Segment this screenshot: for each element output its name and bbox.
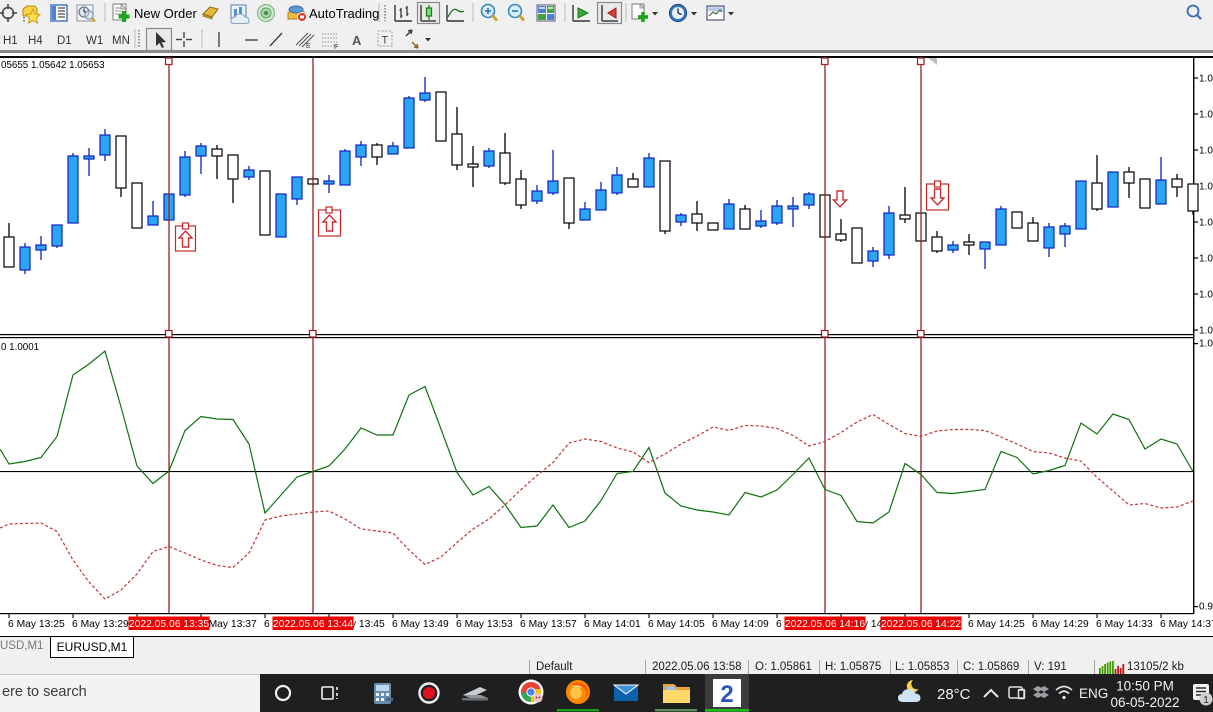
svg-text:D1: D1 [57,35,72,47]
svg-text:6 May 14:37: 6 May 14:37 [1160,619,1213,630]
svg-text:1.05: 1.05 [1199,146,1213,157]
svg-text:6 May 14:29: 6 May 14:29 [1032,619,1089,630]
svg-text:6 May 13:29: 6 May 13:29 [72,619,129,630]
svg-text:1.05: 1.05 [1199,254,1213,265]
svg-text:H4: H4 [28,35,43,47]
svg-text:AutoTrading: AutoTrading [309,6,379,21]
svg-text:W1: W1 [86,35,103,47]
svg-text:06-05-2022: 06-05-2022 [1110,695,1179,710]
svg-text:6 May 13:53: 6 May 13:53 [456,619,513,630]
svg-text:6 May 14:01: 6 May 14:01 [584,619,641,630]
svg-text:6 May 14:33: 6 May 14:33 [1096,619,1153,630]
svg-text:2022.05.06 13:44: 2022.05.06 13:44 [273,619,353,630]
svg-text:1: 1 [1203,695,1209,706]
svg-text:1.05: 1.05 [1199,326,1213,337]
svg-text:1.0000: 1.0000 [1199,339,1213,350]
svg-text:2022.05.06 13:35: 2022.05.06 13:35 [129,619,209,630]
svg-text:MN: MN [112,35,130,47]
svg-text:1.05: 1.05 [1199,110,1213,121]
svg-text:ENG: ENG [1079,686,1108,701]
svg-text:6 May 13:49: 6 May 13:49 [392,619,449,630]
svg-text:10:50 PM: 10:50 PM [1116,679,1174,694]
svg-text:05655 1.05642 1.05653: 05655 1.05642 1.05653 [1,60,105,71]
svg-text:1.05: 1.05 [1199,74,1213,85]
svg-text:F: F [334,44,338,51]
svg-text:28°C: 28°C [937,686,971,703]
svg-text:6 May 13:25: 6 May 13:25 [8,619,65,630]
svg-text:A: A [352,33,362,48]
svg-text:1.05: 1.05 [1199,290,1213,301]
svg-text:H1: H1 [3,35,18,47]
svg-text:E: E [306,43,311,50]
svg-text:2022.05.06 14:22: 2022.05.06 14:22 [881,619,961,630]
svg-text:6 May 14:05: 6 May 14:05 [648,619,705,630]
svg-text:0.9950: 0.9950 [1199,602,1213,613]
svg-text:1.05: 1.05 [1199,182,1213,193]
svg-text:New Order: New Order [134,6,198,21]
svg-text:6 May 13:57: 6 May 13:57 [520,619,577,630]
svg-text:2022.05.06 14:16: 2022.05.06 14:16 [785,619,865,630]
svg-text:6 May 14:25: 6 May 14:25 [968,619,1025,630]
svg-text:2: 2 [720,681,733,708]
svg-text:1.05: 1.05 [1199,218,1213,229]
svg-text:T: T [382,35,389,47]
svg-text:0 1.0001: 0 1.0001 [1,342,39,353]
svg-text:6 May 14:09: 6 May 14:09 [712,619,769,630]
